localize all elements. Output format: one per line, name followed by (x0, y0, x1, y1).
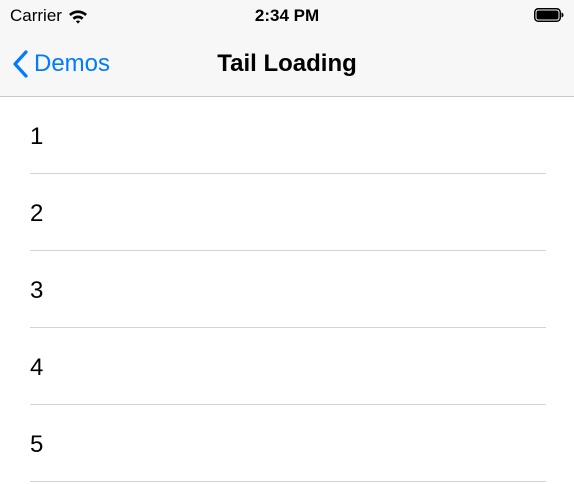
row-separator (30, 481, 546, 482)
list-item-label: 4 (30, 354, 44, 381)
status-bar: Carrier 2:34 PM (0, 0, 574, 32)
app-screen: Carrier 2:34 PM Demos Tail Loading 1 2 3… (0, 0, 574, 484)
status-time: 2:34 PM (254, 6, 320, 25)
back-button[interactable]: Demos (12, 32, 110, 96)
list-item-label: 5 (30, 431, 44, 458)
back-button-label: Demos (34, 50, 111, 77)
battery-full-icon (534, 8, 564, 22)
list-item[interactable]: 3 (0, 251, 574, 328)
list-item-label: 2 (30, 200, 44, 227)
navigation-bar: Demos Tail Loading (0, 32, 574, 97)
list-item[interactable]: 1 (0, 97, 574, 174)
list-item[interactable]: 5 (0, 405, 574, 482)
list-item[interactable]: 2 (0, 174, 574, 251)
chevron-left-icon (13, 50, 28, 78)
list-item-label: 1 (30, 123, 44, 150)
list-item-label: 3 (30, 277, 44, 304)
table-view: 1 2 3 4 5 (0, 97, 574, 482)
list-item[interactable]: 4 (0, 328, 574, 405)
